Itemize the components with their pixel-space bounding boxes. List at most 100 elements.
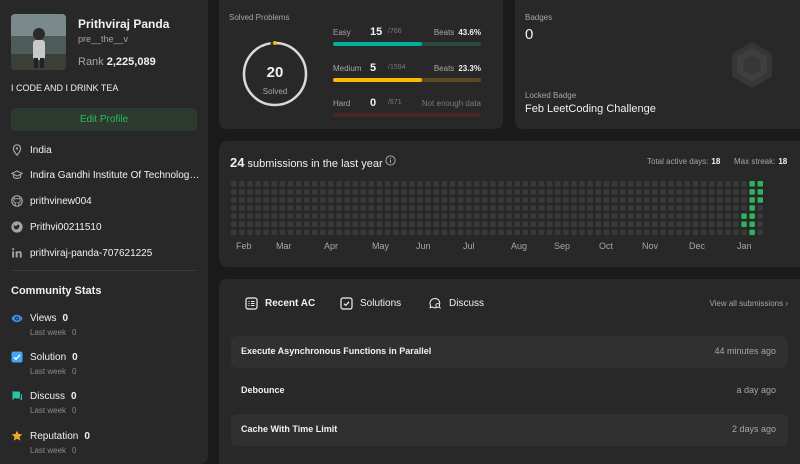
heatmap-cell[interactable] [708,189,715,195]
heatmap-cell[interactable] [668,189,674,195]
tab-discuss[interactable]: Discuss [429,297,484,310]
heatmap-cell[interactable] [344,197,350,203]
heatmap-cell[interactable] [271,221,278,228]
heatmap-cell[interactable] [587,221,593,228]
heatmap-cell[interactable] [749,213,755,219]
heatmap-cell[interactable] [506,181,512,187]
heatmap-cell[interactable] [271,213,278,219]
heatmap-cell[interactable] [611,181,618,187]
heatmap-cell[interactable] [336,229,342,236]
heatmap-cell[interactable] [457,189,464,195]
heatmap-cell[interactable] [295,197,302,203]
heatmap-cell[interactable] [692,181,699,187]
heatmap-cell[interactable] [530,181,537,187]
heatmap-cell[interactable] [660,213,666,219]
heatmap-cell[interactable] [239,221,245,228]
heatmap-cell[interactable] [725,229,731,236]
heatmap-cell[interactable] [303,181,310,187]
heatmap-cell[interactable] [271,205,278,211]
heatmap-cell[interactable] [490,221,496,228]
heatmap-cell[interactable] [668,221,674,228]
heatmap-cell[interactable] [563,189,569,195]
heatmap-cell[interactable] [474,205,480,211]
heatmap-cell[interactable] [587,181,593,187]
problem-title[interactable]: Debounce [241,385,285,395]
heatmap-cell[interactable] [676,181,683,187]
heatmap-cell[interactable] [684,189,691,195]
heatmap-cell[interactable] [457,213,464,219]
heatmap-cell[interactable] [417,229,423,236]
heatmap-cell[interactable] [376,181,383,187]
heatmap-cell[interactable] [352,205,359,211]
heatmap-cell[interactable] [393,205,399,211]
heatmap-cell[interactable] [603,197,610,203]
heatmap-cell[interactable] [287,181,294,187]
heatmap-cell[interactable] [295,229,302,236]
heatmap-cell[interactable] [441,197,448,203]
heatmap-cell[interactable] [538,229,545,236]
heatmap-cell[interactable] [279,197,286,203]
heatmap-cell[interactable] [247,189,253,195]
heatmap-cell[interactable] [457,197,464,203]
heatmap-cell[interactable] [660,197,666,203]
heatmap-cell[interactable] [263,197,269,203]
heatmap-cell[interactable] [700,221,707,228]
heatmap-cell[interactable] [482,181,488,187]
heatmap-cell[interactable] [571,229,577,236]
heatmap-cell[interactable] [239,229,245,236]
heatmap-cell[interactable] [465,229,472,236]
heatmap-cell[interactable] [692,213,699,219]
heatmap-cell[interactable] [660,205,666,211]
heatmap-cell[interactable] [530,197,537,203]
heatmap-cell[interactable] [668,213,674,219]
heatmap-cell[interactable] [733,181,739,187]
heatmap-cell[interactable] [239,197,245,203]
heatmap-cell[interactable] [652,189,658,195]
heatmap-cell[interactable] [328,197,334,203]
heatmap-cell[interactable] [498,205,504,211]
heatmap-cell[interactable] [312,189,318,195]
heatmap-cell[interactable] [320,221,326,228]
heatmap-cell[interactable] [684,229,691,236]
heatmap-cell[interactable] [563,221,569,228]
heatmap-cell[interactable] [449,229,456,236]
heatmap-cell[interactable] [449,221,456,228]
heatmap-cell[interactable] [571,197,577,203]
heatmap-cell[interactable] [619,229,626,236]
heatmap-cell[interactable] [717,197,723,203]
heatmap-cell[interactable] [595,181,602,187]
heatmap-cell[interactable] [279,213,286,219]
heatmap-cell[interactable] [546,213,553,219]
heatmap-cell[interactable] [368,181,375,187]
heatmap-cell[interactable] [287,189,294,195]
heatmap-cell[interactable] [652,197,658,203]
heatmap-cell[interactable] [708,221,715,228]
heatmap-cell[interactable] [417,221,423,228]
heatmap-cell[interactable] [627,229,634,236]
heatmap-cell[interactable] [538,205,545,211]
heatmap-cell[interactable] [401,221,407,228]
heatmap-cell[interactable] [384,229,391,236]
heatmap-cell[interactable] [271,197,278,203]
heatmap-cell[interactable] [482,213,488,219]
heatmap-cell[interactable] [636,205,642,211]
heatmap-cell[interactable] [522,189,529,195]
twitter-row[interactable]: Prithvi00211510 [11,221,201,233]
heatmap-cell[interactable] [676,197,683,203]
heatmap-cell[interactable] [344,189,350,195]
heatmap-cell[interactable] [328,221,334,228]
heatmap-cell[interactable] [263,213,269,219]
heatmap-cell[interactable] [717,181,723,187]
heatmap-cell[interactable] [384,205,391,211]
heatmap-cell[interactable] [247,213,253,219]
heatmap-cell[interactable] [636,189,642,195]
heatmap-cell[interactable] [328,205,334,211]
heatmap-cell[interactable] [530,189,537,195]
heatmap-cell[interactable] [287,221,294,228]
heatmap-cell[interactable] [376,197,383,203]
heatmap-cell[interactable] [725,197,731,203]
heatmap-cell[interactable] [295,221,302,228]
heatmap-cell[interactable] [482,197,488,203]
heatmap-cell[interactable] [441,189,448,195]
heatmap-cell[interactable] [733,189,739,195]
